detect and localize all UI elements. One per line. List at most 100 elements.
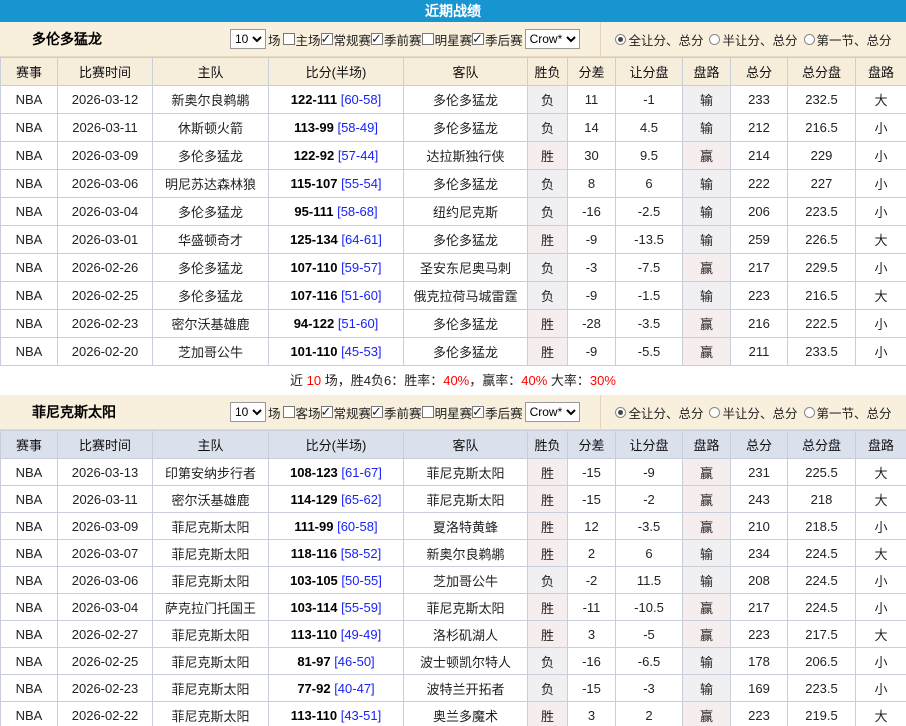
half-handicap-total-radio-icon[interactable]: [709, 34, 720, 45]
half-handicap-total-label: 半让分、总分: [722, 403, 797, 422]
checkbox-home-games[interactable]: 主场: [283, 30, 321, 49]
radio-half-handicap-total[interactable]: 半让分、总分: [709, 30, 797, 49]
regular-season-checkbox-icon[interactable]: [321, 406, 333, 418]
checkbox-allstar-games[interactable]: 明星赛: [422, 403, 473, 422]
cell-total-line: 206.5: [788, 648, 856, 675]
cell-away-team: 多伦多猛龙: [404, 114, 528, 142]
cell-handicap-result: 输: [683, 540, 731, 567]
preseason-checkbox-icon[interactable]: [371, 33, 383, 45]
column-header: 盘路: [683, 431, 731, 459]
checkbox-regular-season[interactable]: 常规赛: [321, 30, 372, 49]
radio-full-handicap-total[interactable]: 全让分、总分: [615, 30, 703, 49]
allstar-games-label: 明星赛: [435, 30, 473, 49]
games-count-select[interactable]: 10: [230, 402, 266, 422]
cell-score: 122-92 [57-44]: [269, 142, 404, 170]
radio-first-quarter-total[interactable]: 第一节、总分: [804, 30, 892, 49]
cell-point-diff: -9: [568, 282, 616, 310]
cell-home-team: 菲尼克斯太阳: [153, 675, 269, 702]
filter-bar: 菲尼克斯太阳 10 场 客场常规赛季前赛明星赛季后赛 Crow* 全让分、总分半…: [0, 395, 906, 430]
half-handicap-total-radio-icon[interactable]: [709, 407, 720, 418]
games-count-select[interactable]: 10: [230, 29, 266, 49]
column-header: 比赛时间: [58, 58, 153, 86]
table-row: NBA2026-02-23密尔沃基雄鹿94-122 [51-60]多伦多猛龙胜-…: [1, 310, 906, 338]
checkbox-playoffs[interactable]: 季后赛: [472, 403, 523, 422]
playoffs-checkbox-icon[interactable]: [472, 406, 484, 418]
cell-win-loss: 胜: [528, 310, 568, 338]
checkbox-away-games[interactable]: 客场: [283, 403, 321, 422]
cell-point-diff: -3: [568, 254, 616, 282]
results-table: 赛事比赛时间主队比分(半场)客队胜负分差让分盘盘路总分总分盘盘路NBA2026-…: [0, 430, 906, 726]
cell-score: 113-110 [49-49]: [269, 621, 404, 648]
cell-total-points: 206: [731, 198, 788, 226]
full-handicap-total-radio-icon[interactable]: [615, 407, 626, 418]
score-halftime: [64-61]: [341, 232, 381, 247]
away-games-checkbox-icon[interactable]: [283, 406, 295, 418]
cell-total-line: 223.5: [788, 198, 856, 226]
column-header: 比分(半场): [269, 58, 404, 86]
cell-date: 2026-03-01: [58, 226, 153, 254]
cell-win-loss: 胜: [528, 142, 568, 170]
cell-point-diff: -15: [568, 459, 616, 486]
cell-over-under: 大: [856, 226, 906, 254]
preseason-label: 季前赛: [384, 30, 422, 49]
radio-first-quarter-total[interactable]: 第一节、总分: [804, 403, 892, 422]
away-games-label: 客场: [296, 403, 321, 422]
score-final: 103-114: [290, 600, 337, 615]
table-row: NBA2026-03-06菲尼克斯太阳103-105 [50-55]芝加哥公牛负…: [1, 567, 906, 594]
regular-season-label: 常规赛: [334, 403, 372, 422]
column-header: 让分盘: [616, 431, 683, 459]
radio-half-handicap-total[interactable]: 半让分、总分: [709, 403, 797, 422]
cell-win-loss: 负: [528, 648, 568, 675]
cell-total-line: 219.5: [788, 702, 856, 726]
regular-season-checkbox-icon[interactable]: [321, 33, 333, 45]
cell-total-points: 243: [731, 486, 788, 513]
cell-over-under: 小: [856, 338, 906, 366]
cell-handicap: -3.5: [616, 513, 683, 540]
checkbox-preseason[interactable]: 季前赛: [371, 30, 422, 49]
score-halftime: [50-55]: [341, 573, 381, 588]
preseason-checkbox-icon[interactable]: [371, 406, 383, 418]
filter-controls: 多伦多猛龙 10 场 主场常规赛季前赛明星赛季后赛 Crow*: [0, 22, 600, 56]
cell-handicap: -3.5: [616, 310, 683, 338]
column-header: 主队: [153, 431, 269, 459]
filter-bar: 多伦多猛龙 10 场 主场常规赛季前赛明星赛季后赛 Crow* 全让分、总分半让…: [0, 22, 906, 57]
cell-over-under: 小: [856, 513, 906, 540]
summary-segment: 30%: [590, 373, 616, 388]
cell-handicap-result: 赢: [683, 254, 731, 282]
cell-handicap: -5.5: [616, 338, 683, 366]
checkbox-preseason[interactable]: 季前赛: [371, 403, 422, 422]
checkbox-allstar-games[interactable]: 明星赛: [422, 30, 473, 49]
cell-point-diff: 11: [568, 86, 616, 114]
cell-win-loss: 胜: [528, 594, 568, 621]
cell-home-team: 新奥尔良鹈鹕: [153, 86, 269, 114]
cell-win-loss: 胜: [528, 486, 568, 513]
allstar-games-checkbox-icon[interactable]: [422, 33, 434, 45]
full-handicap-total-radio-icon[interactable]: [615, 34, 626, 45]
cell-win-loss: 胜: [528, 540, 568, 567]
cell-total-points: 233: [731, 86, 788, 114]
cell-score: 81-97 [46-50]: [269, 648, 404, 675]
table-row: NBA2026-03-04萨克拉门托国王103-114 [55-59]菲尼克斯太…: [1, 594, 906, 621]
cell-home-team: 密尔沃基雄鹿: [153, 310, 269, 338]
cell-total-points: 217: [731, 254, 788, 282]
radio-full-handicap-total[interactable]: 全让分、总分: [615, 403, 703, 422]
odds-company-select[interactable]: Crow*: [525, 29, 580, 49]
odds-company-select[interactable]: Crow*: [525, 402, 580, 422]
cell-handicap-result: 输: [683, 170, 731, 198]
cell-home-team: 休斯顿火箭: [153, 114, 269, 142]
checkbox-regular-season[interactable]: 常规赛: [321, 403, 372, 422]
home-games-checkbox-icon[interactable]: [283, 33, 295, 45]
score-halftime: [65-62]: [341, 492, 381, 507]
cell-date: 2026-03-11: [58, 114, 153, 142]
cell-handicap: -6.5: [616, 648, 683, 675]
allstar-games-checkbox-icon[interactable]: [422, 406, 434, 418]
games-suffix-label: 场: [268, 403, 281, 422]
cell-home-team: 菲尼克斯太阳: [153, 648, 269, 675]
first-quarter-total-radio-icon[interactable]: [804, 407, 815, 418]
cell-league: NBA: [1, 310, 58, 338]
playoffs-checkbox-icon[interactable]: [472, 33, 484, 45]
first-quarter-total-radio-icon[interactable]: [804, 34, 815, 45]
checkbox-playoffs[interactable]: 季后赛: [472, 30, 523, 49]
cell-handicap: 11.5: [616, 567, 683, 594]
handicap-view-options: 全让分、总分半让分、总分第一节、总分: [600, 395, 906, 429]
